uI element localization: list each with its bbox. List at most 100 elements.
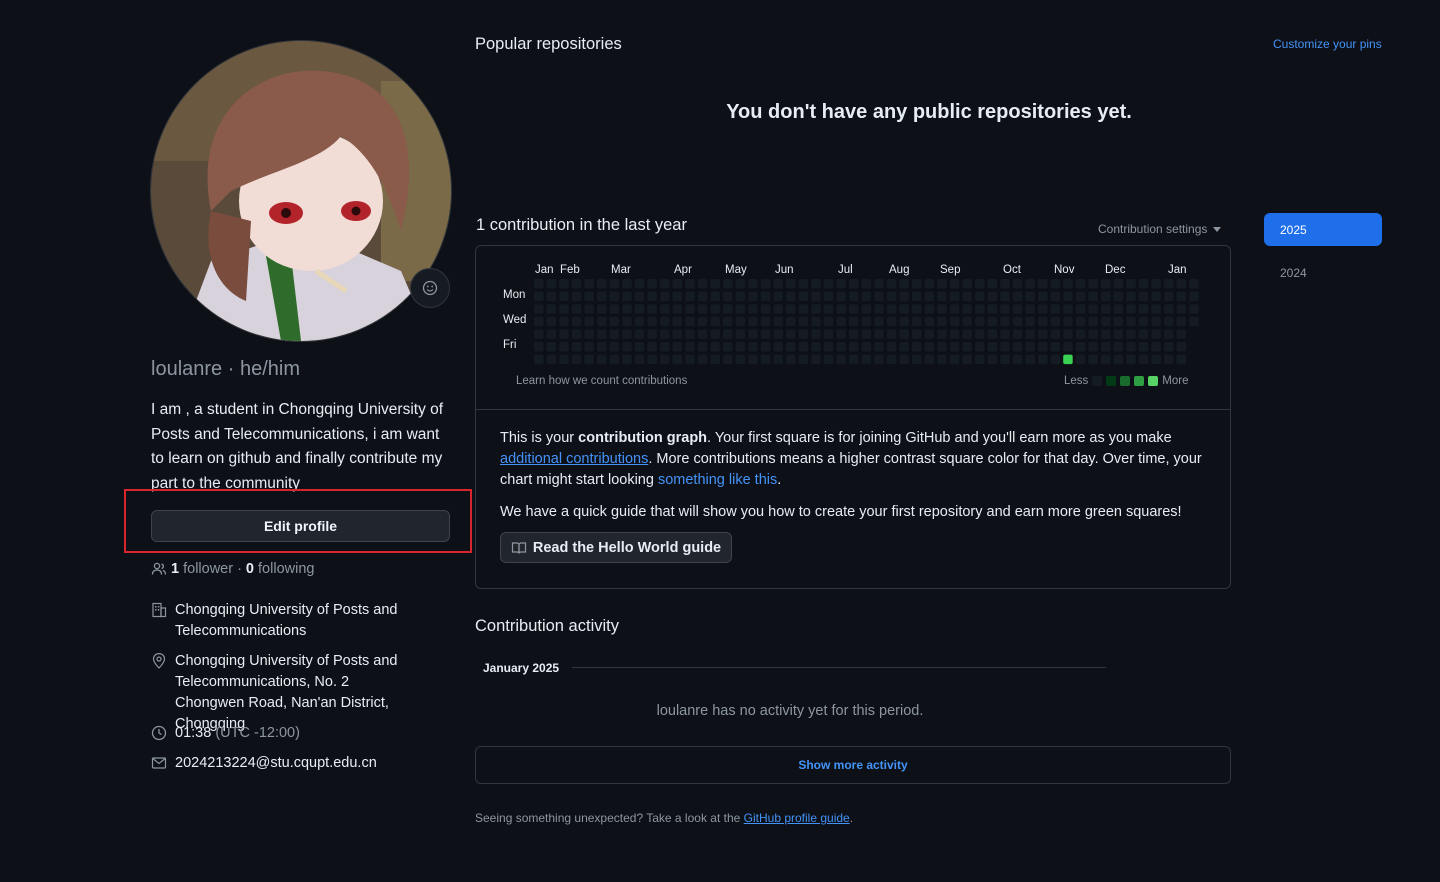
contribution-day[interactable] <box>811 291 821 302</box>
contribution-day[interactable] <box>1000 279 1010 289</box>
contribution-day[interactable] <box>1088 316 1098 327</box>
contribution-day[interactable] <box>962 316 972 327</box>
contribution-day[interactable] <box>1050 279 1061 289</box>
contribution-day[interactable] <box>786 354 796 365</box>
contribution-day[interactable] <box>1151 304 1161 314</box>
contribution-day[interactable] <box>874 354 884 365</box>
contribution-day[interactable] <box>798 342 809 352</box>
contribution-day[interactable] <box>1038 279 1048 289</box>
contribution-day[interactable] <box>861 304 872 314</box>
additional-contributions-link[interactable]: additional contributions <box>500 451 648 467</box>
contribution-day[interactable] <box>672 329 683 339</box>
contribution-day[interactable] <box>760 304 771 314</box>
contribution-day[interactable] <box>735 316 746 327</box>
contribution-day[interactable] <box>672 279 683 289</box>
contribution-day[interactable] <box>975 291 985 302</box>
contribution-day[interactable] <box>723 304 733 314</box>
contribution-day[interactable] <box>685 354 695 365</box>
contribution-day[interactable] <box>1012 304 1023 314</box>
contribution-day[interactable] <box>1189 304 1199 314</box>
contribution-day[interactable] <box>899 342 909 352</box>
contribution-day[interactable] <box>899 354 909 365</box>
contribution-day[interactable] <box>660 354 670 365</box>
contribution-day[interactable] <box>634 304 645 314</box>
contribution-day[interactable] <box>685 329 695 339</box>
contribution-day[interactable] <box>546 291 557 302</box>
contribution-day[interactable] <box>1088 279 1098 289</box>
contribution-day[interactable] <box>924 342 935 352</box>
contribution-day[interactable] <box>660 316 670 327</box>
contribution-day[interactable] <box>609 291 620 302</box>
contribution-day[interactable] <box>571 279 582 289</box>
contribution-day[interactable] <box>861 316 872 327</box>
contribution-day[interactable] <box>660 342 670 352</box>
contribution-day[interactable] <box>823 304 834 314</box>
contribution-day[interactable] <box>1075 342 1086 352</box>
contribution-day[interactable] <box>735 342 746 352</box>
contribution-day[interactable] <box>672 342 683 352</box>
contribution-day[interactable] <box>874 304 884 314</box>
contribution-day[interactable] <box>1113 291 1124 302</box>
contribution-day[interactable] <box>849 279 859 289</box>
contribution-day[interactable] <box>597 304 607 314</box>
contribution-day[interactable] <box>1050 342 1061 352</box>
contribution-day[interactable] <box>1151 279 1161 289</box>
contribution-day[interactable] <box>1012 279 1023 289</box>
contribution-day[interactable] <box>1050 316 1061 327</box>
contribution-day[interactable] <box>773 304 783 314</box>
contribution-day[interactable] <box>534 279 544 289</box>
contribution-day[interactable] <box>723 329 733 339</box>
contribution-day[interactable] <box>987 342 998 352</box>
contribution-day[interactable] <box>584 291 594 302</box>
contribution-day[interactable] <box>571 354 582 365</box>
contribution-day[interactable] <box>823 291 834 302</box>
profile-guide-link[interactable]: GitHub profile guide <box>744 811 850 825</box>
contribution-day[interactable] <box>647 291 657 302</box>
contribution-day[interactable] <box>647 329 657 339</box>
contribution-day[interactable] <box>1038 329 1048 339</box>
contribution-day[interactable] <box>1050 354 1061 365</box>
contribution-day[interactable] <box>1138 354 1149 365</box>
contribution-day[interactable] <box>634 354 645 365</box>
contribution-day[interactable] <box>723 316 733 327</box>
contribution-day[interactable] <box>723 291 733 302</box>
contribution-day[interactable] <box>1101 316 1111 327</box>
contribution-day[interactable] <box>609 329 620 339</box>
contribution-day[interactable] <box>849 354 859 365</box>
contribution-day[interactable] <box>1075 291 1086 302</box>
contribution-day[interactable] <box>723 354 733 365</box>
contribution-day[interactable] <box>987 354 998 365</box>
contribution-day[interactable] <box>1101 354 1111 365</box>
contribution-day[interactable] <box>1138 291 1149 302</box>
contribution-day[interactable] <box>559 329 569 339</box>
contribution-day[interactable] <box>1176 291 1187 302</box>
contribution-day[interactable] <box>1151 329 1161 339</box>
contribution-day[interactable] <box>571 329 582 339</box>
contribution-day[interactable] <box>546 316 557 327</box>
contribution-day[interactable] <box>811 316 821 327</box>
contribution-day[interactable] <box>723 342 733 352</box>
contribution-day[interactable] <box>597 342 607 352</box>
contribution-day[interactable] <box>546 304 557 314</box>
contribution-day[interactable] <box>559 342 569 352</box>
contribution-day[interactable] <box>559 354 569 365</box>
contribution-settings-dropdown[interactable]: Contribution settings <box>1098 222 1222 236</box>
contribution-day[interactable] <box>987 291 998 302</box>
contribution-day[interactable] <box>534 329 544 339</box>
contribution-day[interactable] <box>912 316 922 327</box>
contribution-day[interactable] <box>609 354 620 365</box>
contribution-day[interactable] <box>937 279 947 289</box>
contribution-day[interactable] <box>584 304 594 314</box>
contribution-day[interactable] <box>949 329 960 339</box>
contribution-day[interactable] <box>874 329 884 339</box>
contribution-day[interactable] <box>1075 354 1086 365</box>
contribution-day[interactable] <box>1138 304 1149 314</box>
contribution-day[interactable] <box>534 304 544 314</box>
contribution-day[interactable] <box>937 291 947 302</box>
contribution-day[interactable] <box>773 354 783 365</box>
contribution-day[interactable] <box>1164 304 1174 314</box>
contribution-day[interactable] <box>798 291 809 302</box>
contribution-day[interactable] <box>697 329 708 339</box>
contribution-day[interactable] <box>760 354 771 365</box>
contribution-day[interactable] <box>823 279 834 289</box>
